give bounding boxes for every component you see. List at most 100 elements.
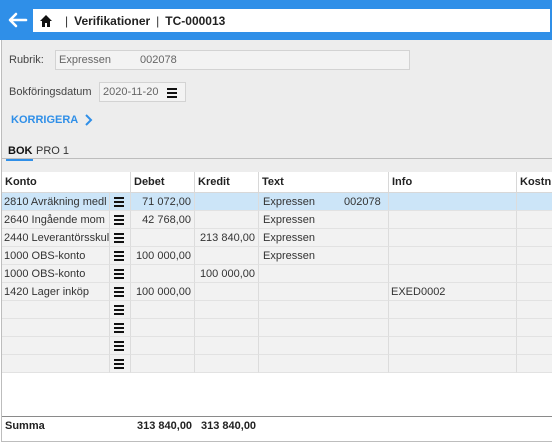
cell-kredit[interactable] [195, 247, 259, 265]
col-debet[interactable]: Debet [131, 172, 195, 192]
menu-icon[interactable] [114, 323, 124, 333]
cell-info[interactable] [389, 265, 517, 283]
cell-kostnad[interactable] [517, 337, 552, 355]
cell-konto[interactable] [2, 355, 110, 373]
cell-text[interactable]: Expressen [259, 211, 389, 229]
cell-debet[interactable]: 42 768,00 [131, 211, 195, 229]
cell-text[interactable] [259, 265, 389, 283]
table-row[interactable] [2, 337, 552, 355]
table-row[interactable]: 2440 Leverantörsskul 213 840,00 Expressen [2, 229, 552, 247]
table-row[interactable] [2, 301, 552, 319]
menu-icon[interactable] [114, 269, 124, 279]
cell-kredit[interactable] [195, 283, 259, 301]
rubrik-field[interactable]: Expressen 002078 [55, 50, 410, 70]
cell-info[interactable] [389, 301, 517, 319]
menu-icon[interactable] [114, 341, 124, 351]
row-menu-cell[interactable] [110, 193, 131, 211]
cell-kredit[interactable] [195, 193, 259, 211]
col-kostnad[interactable]: Kostn [517, 172, 552, 192]
cell-info[interactable] [389, 355, 517, 373]
col-info[interactable]: Info [389, 172, 517, 192]
cell-konto[interactable] [2, 301, 110, 319]
col-konto[interactable]: Konto [2, 172, 131, 192]
cell-debet[interactable] [131, 337, 195, 355]
cell-konto[interactable]: 1000 OBS-konto [2, 247, 110, 265]
menu-icon[interactable] [114, 215, 124, 225]
cell-info[interactable] [389, 337, 517, 355]
cell-kostnad[interactable] [517, 193, 552, 211]
cell-info[interactable] [389, 193, 517, 211]
cell-debet[interactable]: 100 000,00 [131, 247, 195, 265]
cell-kostnad[interactable] [517, 301, 552, 319]
cell-info[interactable] [389, 211, 517, 229]
date-field[interactable]: 2020-11-20 [99, 82, 186, 102]
cell-kostnad[interactable] [517, 319, 552, 337]
table-row[interactable]: 1000 OBS-konto 100 000,00 Expressen [2, 247, 552, 265]
cell-kostnad[interactable] [517, 355, 552, 373]
menu-icon[interactable] [114, 287, 124, 297]
cell-konto[interactable]: 1420 Lager inköp [2, 283, 110, 301]
table-row[interactable] [2, 319, 552, 337]
cell-konto[interactable] [2, 319, 110, 337]
cell-text[interactable] [259, 355, 389, 373]
cell-info[interactable]: EXED0002 [389, 283, 517, 301]
cell-text[interactable] [259, 283, 389, 301]
cell-info[interactable] [389, 247, 517, 265]
cell-kredit[interactable] [195, 301, 259, 319]
row-menu-cell[interactable] [110, 301, 131, 319]
cell-kredit[interactable]: 100 000,00 [195, 265, 259, 283]
cell-debet[interactable] [131, 265, 195, 283]
cell-kredit[interactable]: 213 840,00 [195, 229, 259, 247]
table-row[interactable]: 2640 Ingående mom 42 768,00 Expressen [2, 211, 552, 229]
cell-konto[interactable]: 1000 OBS-konto [2, 265, 110, 283]
cell-konto[interactable]: 2640 Ingående mom [2, 211, 110, 229]
breadcrumb-section[interactable]: Verifikationer [74, 14, 150, 28]
row-menu-cell[interactable] [110, 229, 131, 247]
menu-icon[interactable] [114, 359, 124, 369]
col-kredit[interactable]: Kredit [195, 172, 259, 192]
cell-text[interactable] [259, 337, 389, 355]
row-menu-cell[interactable] [110, 319, 131, 337]
cell-debet[interactable]: 71 072,00 [131, 193, 195, 211]
menu-icon[interactable] [114, 305, 124, 315]
cell-text[interactable]: Expressen [259, 229, 389, 247]
row-menu-cell[interactable] [110, 355, 131, 373]
row-menu-cell[interactable] [110, 283, 131, 301]
cell-konto[interactable] [2, 337, 110, 355]
row-menu-cell[interactable] [110, 247, 131, 265]
korrigera-button[interactable]: KORRIGERA [11, 114, 94, 126]
row-menu-cell[interactable] [110, 265, 131, 283]
menu-icon[interactable] [114, 251, 124, 261]
row-menu-cell[interactable] [110, 211, 131, 229]
cell-kredit[interactable] [195, 355, 259, 373]
cell-info[interactable] [389, 319, 517, 337]
cell-konto[interactable]: 2810 Avräkning medl [2, 193, 110, 211]
cell-debet[interactable] [131, 229, 195, 247]
tab-bok[interactable]: BOK [8, 145, 32, 157]
cell-text[interactable]: Expressen 002078 [259, 193, 389, 211]
cell-konto[interactable]: 2440 Leverantörsskul [2, 229, 110, 247]
tab-pro1[interactable]: PRO 1 [36, 145, 69, 157]
cell-debet[interactable]: 100 000,00 [131, 283, 195, 301]
cell-debet[interactable] [131, 355, 195, 373]
cell-kostnad[interactable] [517, 229, 552, 247]
row-menu-cell[interactable] [110, 337, 131, 355]
table-row[interactable] [2, 355, 552, 373]
cell-debet[interactable] [131, 301, 195, 319]
menu-icon[interactable] [114, 197, 124, 207]
cell-kredit[interactable] [195, 337, 259, 355]
cell-text[interactable] [259, 319, 389, 337]
menu-icon[interactable] [114, 233, 124, 243]
cell-kostnad[interactable] [517, 265, 552, 283]
table-row[interactable]: 2810 Avräkning medl 71 072,00 Expressen 002… [2, 193, 552, 211]
cell-info[interactable] [389, 229, 517, 247]
table-row[interactable]: 1000 OBS-konto 100 000,00 [2, 265, 552, 283]
col-text[interactable]: Text [259, 172, 389, 192]
menu-icon[interactable] [167, 87, 178, 98]
cell-text[interactable]: Expressen [259, 247, 389, 265]
cell-kostnad[interactable] [517, 211, 552, 229]
home-icon[interactable] [39, 14, 53, 28]
back-arrow-icon[interactable] [6, 10, 28, 30]
cell-kostnad[interactable] [517, 283, 552, 301]
table-row[interactable]: 1420 Lager inköp 100 000,00 EXED0002 [2, 283, 552, 301]
